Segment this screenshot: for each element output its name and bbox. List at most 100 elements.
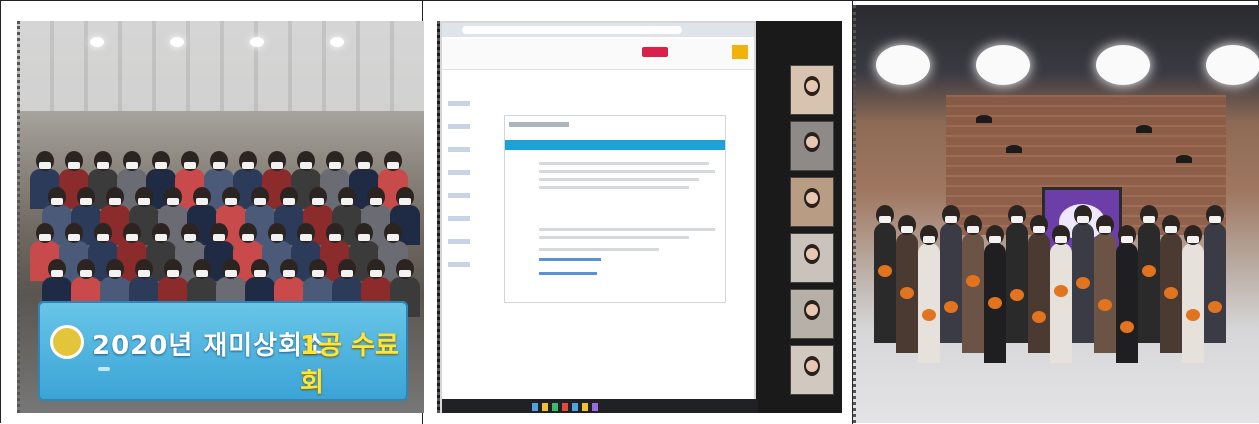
document-title	[509, 122, 569, 127]
face-mask	[329, 234, 341, 241]
person-body	[1204, 223, 1226, 343]
pumpkin-icon	[1142, 265, 1156, 277]
face-mask	[312, 270, 324, 277]
face-mask	[254, 198, 266, 205]
text-line	[539, 170, 715, 173]
ceiling-light	[1206, 45, 1259, 85]
link-line	[539, 258, 601, 261]
person-body	[918, 243, 940, 363]
face-mask	[138, 198, 150, 205]
face-mask	[242, 234, 254, 241]
face-mask	[97, 234, 109, 241]
person-body	[1116, 243, 1138, 363]
face-mask	[51, 198, 63, 205]
ceiling-light	[330, 37, 344, 47]
face-mask	[80, 198, 92, 205]
text-line	[539, 178, 699, 181]
face-mask	[126, 234, 138, 241]
face-mask	[300, 162, 312, 169]
face-mask	[370, 270, 382, 277]
face-mask	[1143, 216, 1155, 223]
link-line	[539, 272, 597, 275]
face-mask	[341, 198, 353, 205]
table-cell-1: 2020년 재미상회소 1공 수료회	[1, 1, 424, 424]
banner-title-main: 2020년 재미상회소	[92, 331, 328, 361]
face-mask	[155, 234, 167, 241]
face-mask	[254, 270, 266, 277]
bat-decoration	[1136, 125, 1152, 133]
face-mask	[387, 162, 399, 169]
ceiling-light	[170, 37, 184, 47]
face-mask	[901, 226, 913, 233]
face-mask	[399, 198, 411, 205]
taskbar	[442, 399, 758, 413]
face-mask	[1187, 236, 1199, 243]
ceiling-light	[1096, 45, 1150, 85]
browser-window	[440, 21, 758, 413]
face-mask	[225, 270, 237, 277]
pumpkin-icon	[944, 301, 958, 313]
face-mask	[196, 270, 208, 277]
stop-sharing-button	[642, 47, 668, 57]
pumpkin-icon	[1120, 321, 1134, 333]
face-mask	[213, 234, 225, 241]
bat-decoration	[976, 115, 992, 123]
face-mask	[923, 236, 935, 243]
face-mask	[271, 234, 283, 241]
face-mask	[184, 162, 196, 169]
ceiling	[20, 21, 424, 111]
participant-video	[790, 233, 834, 283]
text-line	[539, 236, 689, 239]
face-mask	[358, 162, 370, 169]
person-body	[1028, 233, 1050, 353]
halloween-group-photo	[853, 5, 1259, 423]
person-body	[1050, 243, 1072, 363]
person-body	[1182, 243, 1204, 363]
text-line	[539, 248, 659, 251]
person-body	[874, 223, 896, 343]
face-mask	[51, 270, 63, 277]
face-mask	[80, 270, 92, 277]
face-mask	[1011, 216, 1023, 223]
table-cell-3	[853, 1, 1259, 424]
face-mask	[271, 162, 283, 169]
table-cell-2	[423, 1, 853, 424]
face-mask	[167, 270, 179, 277]
pumpkin-icon	[1032, 311, 1046, 323]
face-mask	[68, 234, 80, 241]
face-mask	[945, 216, 957, 223]
face-mask	[242, 162, 254, 169]
pumpkin-icon	[878, 265, 892, 277]
face-mask	[329, 162, 341, 169]
face-mask	[109, 198, 121, 205]
face-mask	[358, 234, 370, 241]
face-mask	[155, 162, 167, 169]
face-mask	[399, 270, 411, 277]
face-mask	[1209, 216, 1221, 223]
participant-video	[790, 345, 834, 395]
face-mask	[109, 270, 121, 277]
participant-thumbnails	[790, 65, 834, 395]
face-mask	[1077, 216, 1089, 223]
bat-decoration	[1176, 155, 1192, 163]
participant-video	[790, 121, 834, 171]
face-mask	[68, 162, 80, 169]
face-mask	[126, 162, 138, 169]
video-meeting-screenshot	[437, 21, 842, 413]
face-mask	[97, 162, 109, 169]
face-mask	[1165, 226, 1177, 233]
participant-video	[790, 289, 834, 339]
person-body	[1006, 223, 1028, 343]
banner-title-accent: 1공 수료회	[300, 331, 399, 398]
person-body	[962, 233, 984, 353]
pumpkin-icon	[1164, 287, 1178, 299]
face-mask	[39, 162, 51, 169]
face-mask	[989, 236, 1001, 243]
face-mask	[312, 198, 324, 205]
face-mask	[225, 198, 237, 205]
address-bar	[462, 26, 682, 34]
face-mask	[879, 216, 891, 223]
share-icon	[732, 45, 748, 59]
face-mask	[1033, 226, 1045, 233]
document-header-bar	[505, 140, 725, 150]
